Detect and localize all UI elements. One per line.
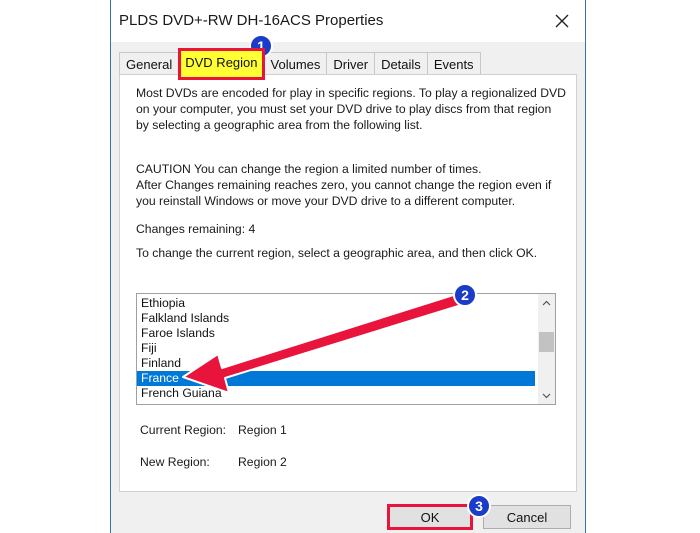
close-icon bbox=[555, 14, 569, 28]
chevron-down-icon bbox=[542, 393, 551, 398]
caution-detail-text: After Changes remaining reaches zero, yo… bbox=[136, 178, 552, 208]
caution-text: CAUTION You can change the region a limi… bbox=[136, 162, 482, 176]
list-item[interactable]: French Guiana bbox=[137, 386, 535, 401]
list-item[interactable]: Faroe Islands bbox=[137, 326, 535, 341]
changes-remaining: Changes remaining: 4 bbox=[136, 222, 256, 236]
intro-text: Most DVDs are encoded for play in specif… bbox=[136, 86, 566, 132]
scroll-up-button[interactable] bbox=[538, 294, 555, 311]
dvd-region-panel: Most DVDs are encoded for play in specif… bbox=[119, 74, 577, 492]
chevron-up-icon bbox=[542, 300, 551, 305]
ok-button[interactable]: OK bbox=[387, 504, 473, 530]
scroll-thumb[interactable] bbox=[539, 332, 554, 352]
properties-dialog: PLDS DVD+-RW DH-16ACS Properties General… bbox=[110, 0, 586, 533]
cancel-button[interactable]: Cancel bbox=[483, 505, 571, 529]
instruction-text: To change the current region, select a g… bbox=[136, 246, 538, 260]
list-scrollbar[interactable] bbox=[538, 294, 555, 404]
tab-dvd-region[interactable]: DVD Region bbox=[178, 48, 265, 80]
new-region-value: Region 2 bbox=[238, 455, 287, 469]
tab-strip: General DVD Region Volumes Driver Detail… bbox=[119, 48, 481, 80]
list-item[interactable]: Falkland Islands bbox=[137, 311, 535, 326]
current-region-value: Region 1 bbox=[238, 423, 287, 437]
list-item[interactable]: Fiji bbox=[137, 341, 535, 356]
region-listbox[interactable]: Ethiopia Falkland Islands Faroe Islands … bbox=[136, 293, 556, 405]
close-button[interactable] bbox=[539, 0, 585, 42]
list-item[interactable]: Finland bbox=[137, 356, 535, 371]
list-item[interactable]: Ethiopia bbox=[137, 296, 535, 311]
list-item-selected[interactable]: France bbox=[137, 371, 535, 386]
scroll-down-button[interactable] bbox=[538, 387, 555, 404]
title-bar: PLDS DVD+-RW DH-16ACS Properties bbox=[111, 0, 585, 42]
current-region-label: Current Region: bbox=[140, 423, 227, 437]
new-region-label: New Region: bbox=[140, 455, 210, 469]
window-title: PLDS DVD+-RW DH-16ACS Properties bbox=[119, 12, 384, 29]
